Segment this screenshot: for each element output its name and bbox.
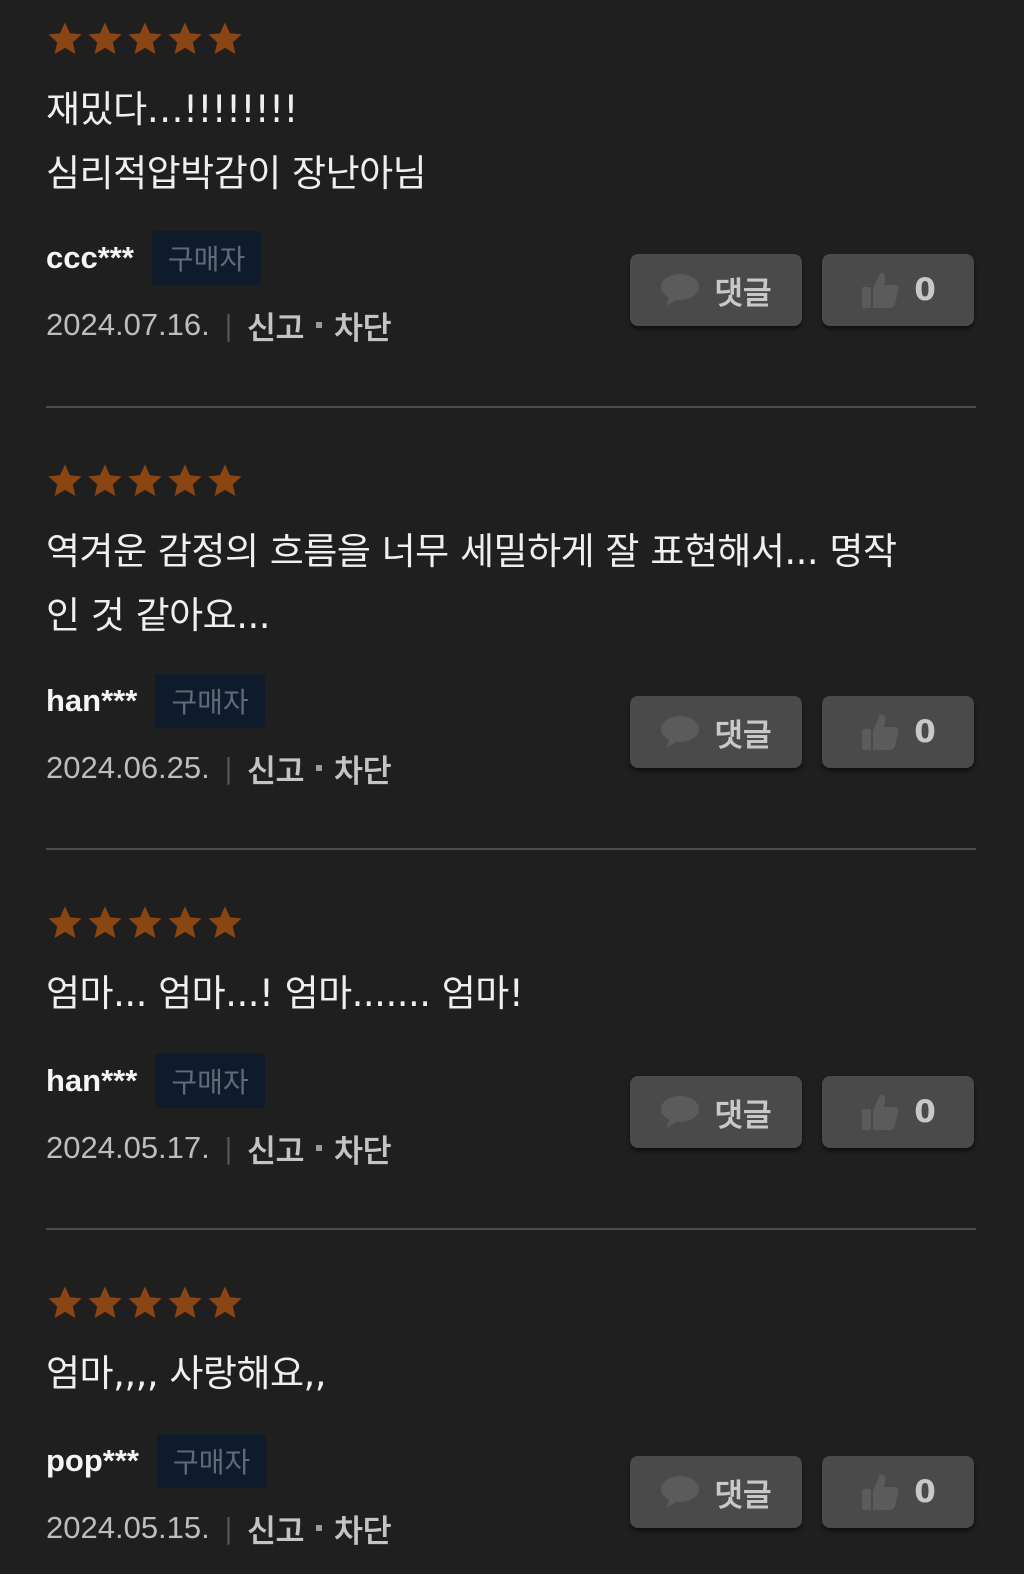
rating-stars	[46, 904, 244, 944]
like-count: 0	[914, 1474, 936, 1510]
comment-label: 댓글	[714, 1477, 772, 1514]
star-icon	[48, 1286, 82, 1319]
like-button[interactable]: 0	[822, 1456, 974, 1528]
reviewer-name: han***	[46, 1063, 138, 1098]
like-count: 0	[914, 272, 936, 308]
speech-bubble-icon	[661, 274, 700, 306]
thumbs-up-icon	[862, 1094, 899, 1130]
star-icon	[88, 22, 122, 55]
report-link[interactable]: 신고	[247, 1506, 304, 1551]
block-link[interactable]: 차단	[334, 303, 391, 348]
comment-button[interactable]: 댓글	[630, 696, 802, 768]
star-icon	[88, 1286, 122, 1319]
review-text: 엄마... 엄마...! 엄마....... 엄마!	[46, 972, 524, 1015]
dot-separator	[316, 322, 323, 328]
like-button[interactable]: 0	[822, 1076, 974, 1148]
reviewer-row: han*** 구매자	[46, 674, 265, 728]
star-icon	[48, 906, 82, 939]
block-link[interactable]: 차단	[334, 1506, 391, 1551]
reviewer-row: pop*** 구매자	[46, 1434, 267, 1488]
reviewer-name: ccc***	[46, 240, 134, 275]
review-item: 엄마,,,, 사랑해요,, pop*** 구매자 2024.05.15. | 신…	[46, 1230, 976, 1574]
star-icon	[128, 464, 162, 497]
review-text: 역겨운 감정의 흐름을 너무 세밀하게 잘 표현해서... 명작 인 것 같아요…	[46, 530, 897, 637]
review-item: 엄마... 엄마...! 엄마....... 엄마! han*** 구매자 20…	[46, 850, 976, 1230]
meta-separator: |	[223, 751, 234, 785]
comment-button[interactable]: 댓글	[630, 1456, 802, 1528]
speech-bubble-icon	[661, 1476, 700, 1508]
comment-label: 댓글	[714, 717, 772, 754]
buyer-badge: 구매자	[151, 231, 262, 285]
comment-button[interactable]: 댓글	[630, 1076, 802, 1148]
star-icon	[168, 464, 202, 497]
comment-label: 댓글	[714, 1097, 772, 1134]
star-icon	[48, 464, 82, 497]
reviewer-name: pop***	[46, 1443, 139, 1478]
review-meta: 2024.05.17. | 신고 차단	[46, 1126, 391, 1171]
meta-separator: |	[223, 1511, 234, 1545]
reviewer-row: ccc*** 구매자	[46, 231, 262, 285]
report-link[interactable]: 신고	[247, 303, 304, 348]
review-item: 역겨운 감정의 흐름을 너무 세밀하게 잘 표현해서... 명작 인 것 같아요…	[46, 408, 976, 850]
star-icon	[88, 906, 122, 939]
star-icon	[208, 906, 242, 939]
star-icon	[128, 22, 162, 55]
speech-bubble-icon	[661, 1096, 700, 1128]
review-date: 2024.05.17.	[46, 1130, 210, 1165]
review-date: 2024.06.25.	[46, 750, 210, 785]
star-icon	[208, 464, 242, 497]
review-date: 2024.05.15.	[46, 1510, 210, 1545]
block-link[interactable]: 차단	[334, 1126, 391, 1171]
review-meta: 2024.07.16. | 신고 차단	[46, 303, 391, 348]
like-button[interactable]: 0	[822, 696, 974, 768]
thumbs-up-icon	[862, 272, 899, 308]
report-link[interactable]: 신고	[247, 1126, 304, 1171]
comment-button[interactable]: 댓글	[630, 254, 802, 326]
thumbs-up-icon	[862, 714, 899, 750]
meta-separator: |	[223, 308, 234, 342]
meta-separator: |	[223, 1131, 234, 1165]
buyer-badge: 구매자	[155, 1054, 265, 1108]
rating-stars	[46, 462, 244, 502]
dot-separator	[316, 1525, 323, 1531]
like-button[interactable]: 0	[822, 254, 974, 326]
thumbs-up-icon	[862, 1474, 899, 1510]
speech-bubble-icon	[661, 716, 700, 748]
reviewer-name: han***	[46, 683, 138, 718]
star-icon	[168, 1286, 202, 1319]
like-count: 0	[914, 1094, 936, 1130]
star-icon	[208, 1286, 242, 1319]
buyer-badge: 구매자	[157, 1434, 267, 1488]
like-count: 0	[914, 714, 936, 750]
star-icon	[168, 906, 202, 939]
star-icon	[168, 22, 202, 55]
review-date: 2024.07.16.	[46, 307, 210, 342]
star-icon	[48, 22, 82, 55]
buyer-badge: 구매자	[155, 674, 265, 728]
review-text: 엄마,,,, 사랑해요,,	[46, 1352, 327, 1395]
reviewer-row: han*** 구매자	[46, 1054, 265, 1108]
block-link[interactable]: 차단	[334, 746, 391, 791]
review-item: 재밌다…!!!!!!!! 심리적압박감이 장난아님 ccc*** 구매자 202…	[46, 0, 976, 408]
report-link[interactable]: 신고	[247, 746, 304, 791]
star-icon	[128, 906, 162, 939]
star-icon	[208, 22, 242, 55]
rating-stars	[46, 1284, 244, 1324]
comment-label: 댓글	[714, 275, 772, 312]
review-meta: 2024.06.25. | 신고 차단	[46, 746, 391, 791]
dot-separator	[316, 765, 323, 771]
review-meta: 2024.05.15. | 신고 차단	[46, 1506, 391, 1551]
star-icon	[88, 464, 122, 497]
star-icon	[128, 1286, 162, 1319]
review-text: 재밌다…!!!!!!!! 심리적압박감이 장난아님	[46, 88, 427, 195]
dot-separator	[316, 1145, 323, 1151]
rating-stars	[46, 20, 244, 60]
